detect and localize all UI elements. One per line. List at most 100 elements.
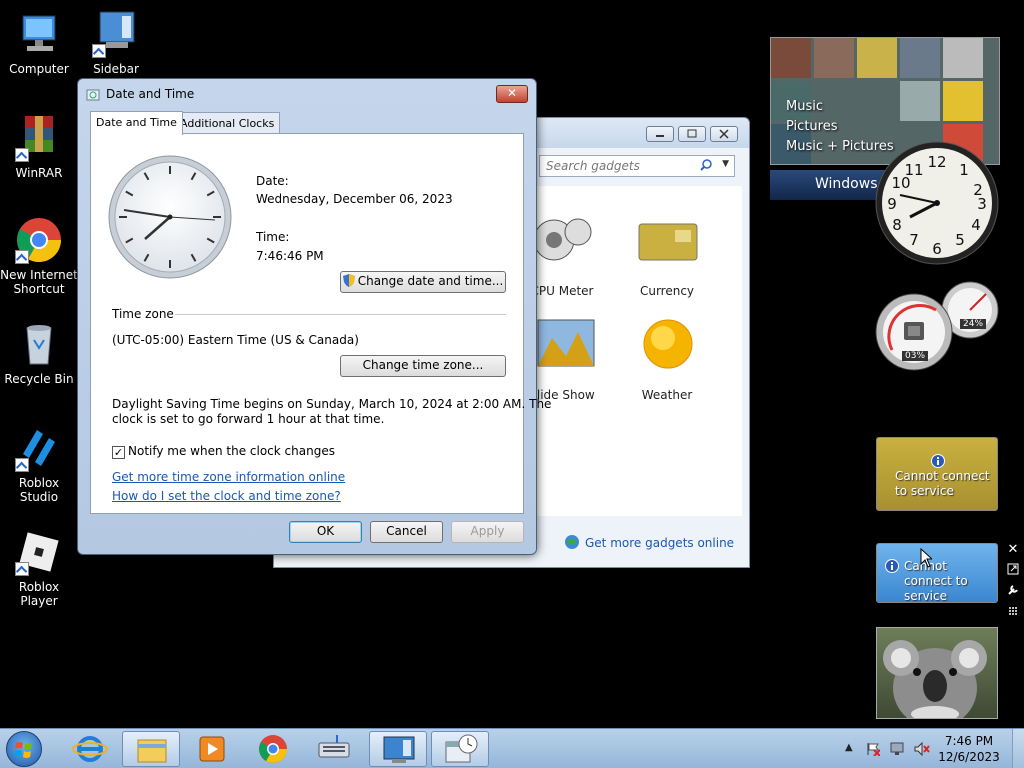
chevron-down-icon[interactable]: ▼ <box>722 159 729 169</box>
minimize-button[interactable] <box>646 126 674 142</box>
roblox-studio-icon <box>15 424 63 472</box>
media-item-pictures[interactable]: Pictures <box>786 119 837 134</box>
desktop-icon-label: Roblox Studio <box>18 476 60 504</box>
svg-text:12: 12 <box>927 153 946 171</box>
clock-gadget[interactable]: 12 1 2 345 678 9 10 11 <box>874 140 1000 266</box>
sun-icon <box>617 318 717 370</box>
dst-info-line-1: Daylight Saving Time begins on Sunday, M… <box>112 397 552 411</box>
date-value: Wednesday, December 06, 2023 <box>256 192 453 206</box>
desktop-icon-internet-shortcut[interactable]: New Internet Shortcut <box>0 216 78 296</box>
dialog-close-button[interactable]: ✕ <box>496 85 528 103</box>
volume-muted-icon[interactable] <box>914 741 930 757</box>
clock-face-icon <box>108 155 232 279</box>
mouse-cursor-icon <box>920 547 934 571</box>
notify-checkbox[interactable]: ✓ <box>112 446 125 459</box>
time-zone-value: (UTC-05:00) Eastern Time (US & Canada) <box>112 333 359 347</box>
media-tile <box>900 81 940 121</box>
change-time-zone-button[interactable]: Change time zone... <box>340 355 506 377</box>
currency-icon <box>617 214 717 266</box>
sidebar-app-icon <box>92 10 140 58</box>
tab-date-and-time[interactable]: Date and Time <box>90 111 183 135</box>
close-button[interactable] <box>710 126 738 142</box>
desktop-icon-sidebar[interactable]: Sidebar <box>77 10 155 76</box>
shortcut-arrow-icon <box>15 562 29 576</box>
gadget-options-wrench-icon[interactable] <box>1005 584 1021 600</box>
gadget-close-icon[interactable]: ✕ <box>1005 542 1021 558</box>
computer-icon <box>15 10 63 58</box>
gadget-weather[interactable]: Weather <box>617 318 717 402</box>
desktop-icon-winrar[interactable]: WinRAR <box>0 114 78 180</box>
desktop-icon-computer[interactable]: Computer <box>0 10 78 76</box>
get-more-gadgets-link[interactable]: Get more gadgets online <box>585 536 734 550</box>
time-zone-divider <box>175 314 506 315</box>
cpu-meter-gadget[interactable]: 03% 24% <box>874 280 1000 372</box>
shortcut-arrow-icon <box>15 250 29 264</box>
taskbar-media-player[interactable] <box>183 731 241 767</box>
network-icon[interactable] <box>890 742 904 756</box>
shortcut-arrow-icon <box>15 458 29 472</box>
tab-additional-clocks[interactable]: Additional Clocks <box>174 112 281 134</box>
search-placeholder: Search gadgets <box>546 159 640 173</box>
koala-photo <box>883 640 987 718</box>
gadget-currency[interactable]: Currency <box>617 214 717 298</box>
slide-show-gadget[interactable] <box>876 627 998 719</box>
gadgets-icon <box>383 736 415 763</box>
desktop-icon-label: Sidebar <box>93 62 139 76</box>
date-time-icon <box>445 734 478 763</box>
taskbar-date-and-time[interactable] <box>431 731 489 767</box>
show-hidden-icons-chevron[interactable]: ▲ <box>845 742 853 753</box>
svg-text:1: 1 <box>959 161 969 179</box>
gadget-larger-size-icon[interactable] <box>1005 563 1021 579</box>
change-date-time-button[interactable]: Change date and time... <box>340 271 506 293</box>
weather-gadget[interactable]: Cannot connect to service <box>876 543 998 603</box>
more-time-zone-info-link[interactable]: Get more time zone information online <box>112 470 345 484</box>
dst-info-line-2: clock is set to go forward 1 hour at tha… <box>112 412 385 426</box>
recycle-bin-icon <box>15 320 63 368</box>
currency-gadget[interactable]: Cannot connect to service <box>876 437 998 511</box>
svg-text:8: 8 <box>892 216 902 234</box>
info-icon <box>885 559 899 576</box>
currency-error-text: Cannot connect to service <box>895 469 990 498</box>
desktop-icon-roblox-studio[interactable]: Roblox Studio <box>0 424 78 504</box>
globe-icon <box>564 534 580 553</box>
time-value: 7:46:46 PM <box>256 249 324 263</box>
taskbar: ▲ 7:46 PM 12/6/2023 <box>0 728 1024 768</box>
taskbar-internet-explorer[interactable] <box>61 731 119 767</box>
desktop-icon-roblox-player[interactable]: Roblox Player <box>0 528 78 608</box>
windows-media-label[interactable]: Windows <box>770 170 890 200</box>
gadget-label: Weather <box>641 388 693 402</box>
gadget-label: Currency <box>639 284 695 298</box>
taskbar-on-screen-keyboard[interactable] <box>305 731 363 767</box>
how-set-clock-link[interactable]: How do I set the clock and time zone? <box>112 489 341 503</box>
taskbar-clock-date[interactable]: 12/6/2023 <box>934 750 1004 764</box>
desktop-icon-label: Roblox Player <box>18 580 60 608</box>
media-tile <box>943 38 983 78</box>
show-desktop-button[interactable] <box>1012 729 1024 768</box>
taskbar-gadgets[interactable] <box>369 731 427 767</box>
cpu-readout: 03% <box>902 351 929 361</box>
media-item-music[interactable]: Music <box>786 99 823 114</box>
date-label: Date: <box>256 174 289 188</box>
search-icon[interactable] <box>700 159 712 174</box>
winrar-icon <box>15 114 63 162</box>
desktop-icon-label: New Internet Shortcut <box>0 268 78 296</box>
cancel-button[interactable]: Cancel <box>370 521 443 543</box>
start-button[interactable] <box>6 731 42 767</box>
memory-readout: 24% <box>960 319 987 329</box>
taskbar-file-explorer[interactable] <box>122 731 180 767</box>
taskbar-clock-time[interactable]: 7:46 PM <box>934 734 1004 748</box>
action-center-flag-icon[interactable] <box>866 742 881 757</box>
taskbar-chrome[interactable] <box>244 731 302 767</box>
gadget-drag-handle-icon[interactable] <box>1005 605 1021 621</box>
apply-button[interactable]: Apply <box>451 521 524 543</box>
time-zone-header: Time zone <box>112 307 174 321</box>
gadget-search-input[interactable]: Search gadgets ▼ <box>539 155 735 177</box>
desktop-icon-recycle-bin[interactable]: Recycle Bin <box>0 320 78 386</box>
change-date-time-label: Change date and time... <box>357 274 504 288</box>
restore-button[interactable] <box>678 126 706 142</box>
keyboard-icon <box>318 735 350 758</box>
notify-checkbox-label[interactable]: Notify me when the clock changes <box>128 444 335 458</box>
clock-app-icon <box>86 87 100 101</box>
ok-button[interactable]: OK <box>289 521 362 543</box>
windows-logo-icon <box>14 742 32 758</box>
